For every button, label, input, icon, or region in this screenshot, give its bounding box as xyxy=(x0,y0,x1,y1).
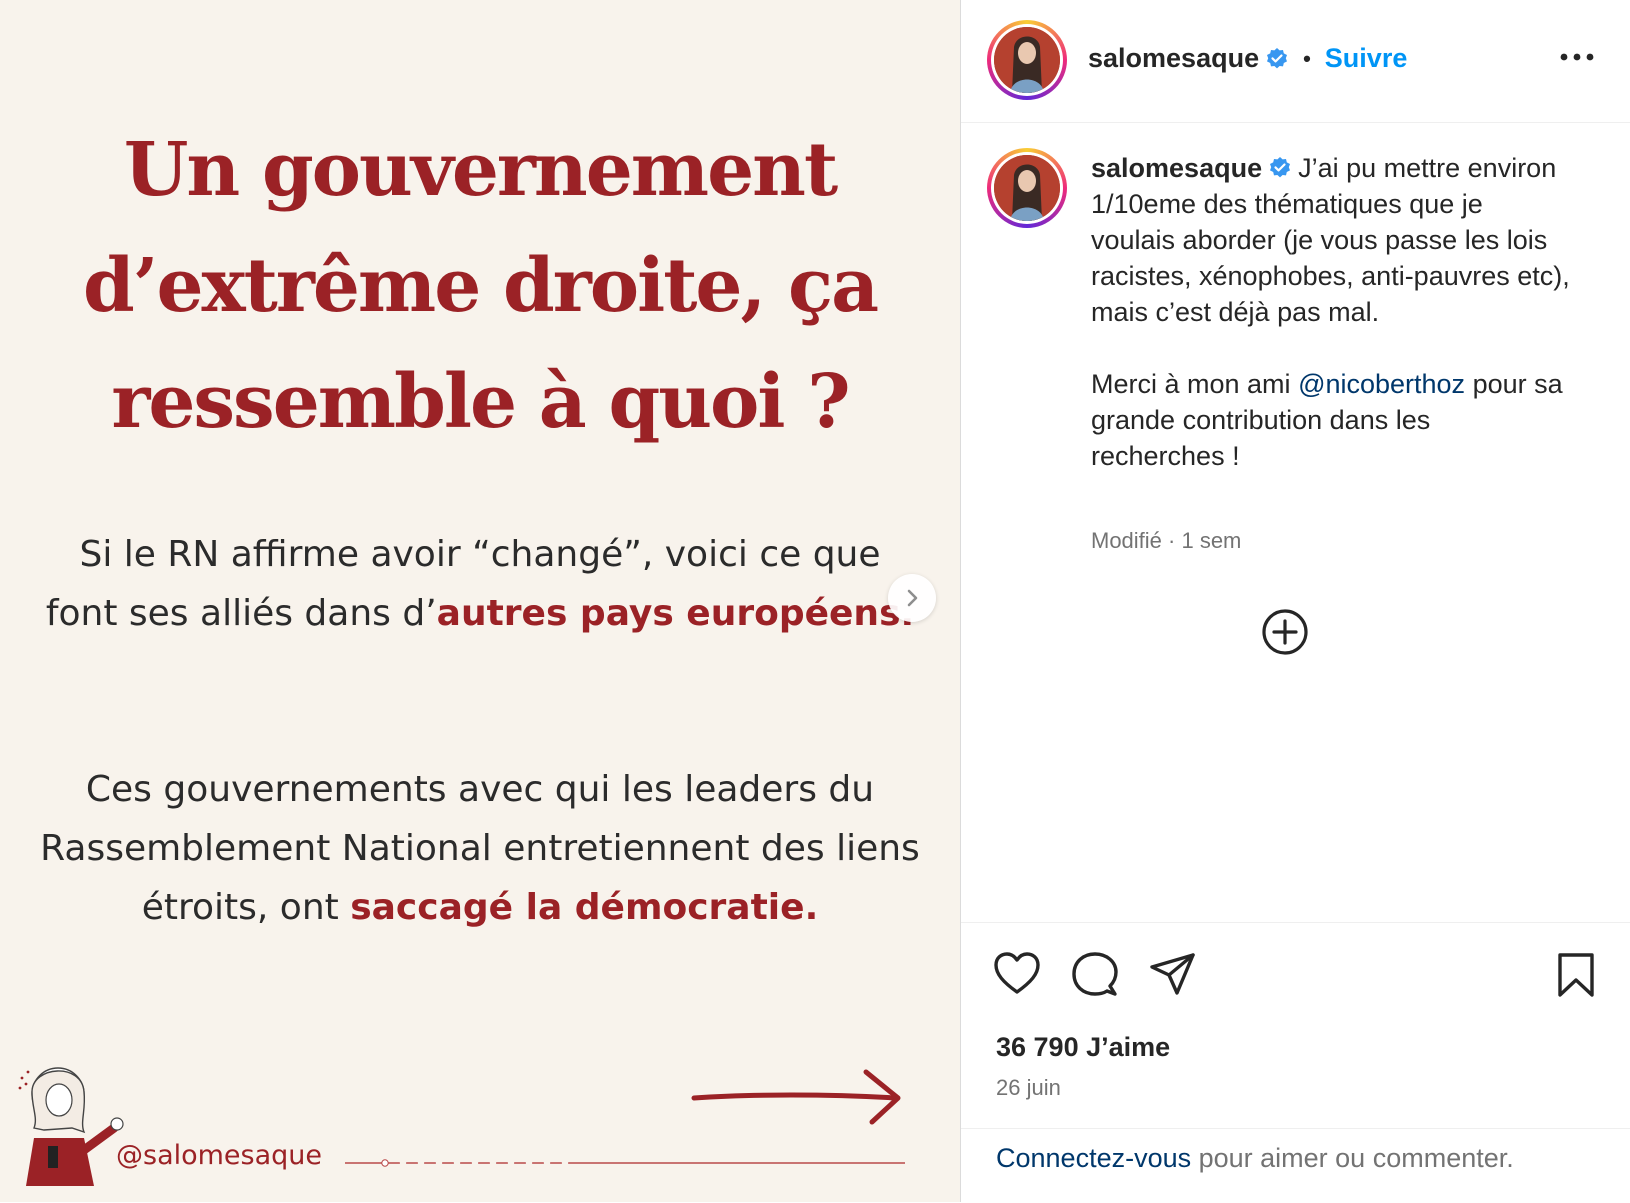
caption-text-2-before: Merci à mon ami xyxy=(1091,369,1299,399)
slide-title-line-2: d’extrême droite, ça xyxy=(82,243,879,329)
carousel-dot xyxy=(381,1159,389,1167)
caption-paragraph-2: Merci à mon ami @nicoberthoz pour sa gra… xyxy=(1091,366,1571,474)
carousel-dot xyxy=(489,1159,497,1167)
verified-badge-icon xyxy=(1270,156,1291,178)
add-circle-icon[interactable] xyxy=(1261,608,1309,656)
more-options-icon[interactable] xyxy=(1560,52,1594,62)
bookmark-icon[interactable] xyxy=(1556,952,1596,998)
carousel-indicator xyxy=(345,1159,905,1167)
carousel-dot xyxy=(525,1159,533,1167)
post-header: salomesaque • Suivre xyxy=(961,0,1630,123)
post-date: 26 juin xyxy=(996,1075,1061,1100)
avatar-photo xyxy=(994,27,1060,93)
like-count[interactable]: 36 790 J’aime xyxy=(996,1032,1170,1063)
mention-link[interactable]: @nicoberthoz xyxy=(1298,369,1465,399)
carousel-dot xyxy=(417,1159,425,1167)
share-icon[interactable] xyxy=(1149,952,1197,998)
comment-icon[interactable] xyxy=(1071,952,1119,998)
header-username[interactable]: salomesaque xyxy=(1088,43,1259,74)
carousel-dot xyxy=(471,1159,479,1167)
slide-title-line-3: ressemble à quoi ? xyxy=(111,359,850,445)
carousel-dot xyxy=(453,1159,461,1167)
media-handle: @salomesaque xyxy=(116,1140,323,1171)
slide-paragraph-1: Si le RN affirme avoir “changé”, voici c… xyxy=(40,525,920,643)
follow-button[interactable]: Suivre xyxy=(1325,43,1408,74)
carousel-dot xyxy=(507,1159,515,1167)
caption-username[interactable]: salomesaque xyxy=(1091,153,1262,183)
carousel-next-button[interactable] xyxy=(888,574,936,622)
header-avatar[interactable] xyxy=(987,20,1067,100)
post-media[interactable]: Un gouvernement d’extrême droite, ça res… xyxy=(0,0,960,1202)
header-separator: • xyxy=(1303,45,1311,71)
post-panel: salomesaque • Suivre salomesaque J’ai pu… xyxy=(960,0,1630,1202)
carousel-dot xyxy=(561,1159,569,1167)
chevron-right-icon xyxy=(907,589,918,607)
slide-paragraph-1-emphasis: autres pays européens. xyxy=(436,593,915,634)
author-illustration xyxy=(18,1067,124,1186)
carousel-dot xyxy=(543,1159,551,1167)
slide-paragraph-2-emphasis: saccagé la démocratie. xyxy=(350,887,819,928)
post-modal: Un gouvernement d’extrême droite, ça res… xyxy=(0,0,1630,1202)
header-user-info: salomesaque • Suivre xyxy=(1088,43,1407,74)
slide-title-line-1: Un gouvernement xyxy=(123,127,838,213)
caption-paragraph-1: salomesaque J’ai pu mettre environ 1/10e… xyxy=(1091,150,1571,330)
slide-title: Un gouvernement d’extrême droite, ça res… xyxy=(40,112,920,460)
login-link[interactable]: Connectez-vous xyxy=(996,1143,1191,1173)
slide-paragraph-2: Ces gouvernements avec qui les leaders d… xyxy=(40,760,920,937)
swipe-arrow-icon xyxy=(691,1069,901,1125)
avatar-photo xyxy=(994,155,1060,221)
heart-icon[interactable] xyxy=(993,952,1041,996)
verified-badge-icon xyxy=(1267,47,1288,68)
caption-avatar[interactable] xyxy=(987,148,1067,228)
caption-meta: Modifié · 1 sem xyxy=(1091,528,1242,553)
carousel-dot xyxy=(399,1159,407,1167)
post-caption: salomesaque J’ai pu mettre environ 1/10e… xyxy=(1091,150,1571,474)
actions-divider xyxy=(961,922,1630,923)
login-prompt-text: pour aimer ou commenter. xyxy=(1191,1143,1514,1173)
login-prompt: Connectez-vous pour aimer ou commenter. xyxy=(996,1143,1514,1174)
carousel-dot xyxy=(435,1159,443,1167)
